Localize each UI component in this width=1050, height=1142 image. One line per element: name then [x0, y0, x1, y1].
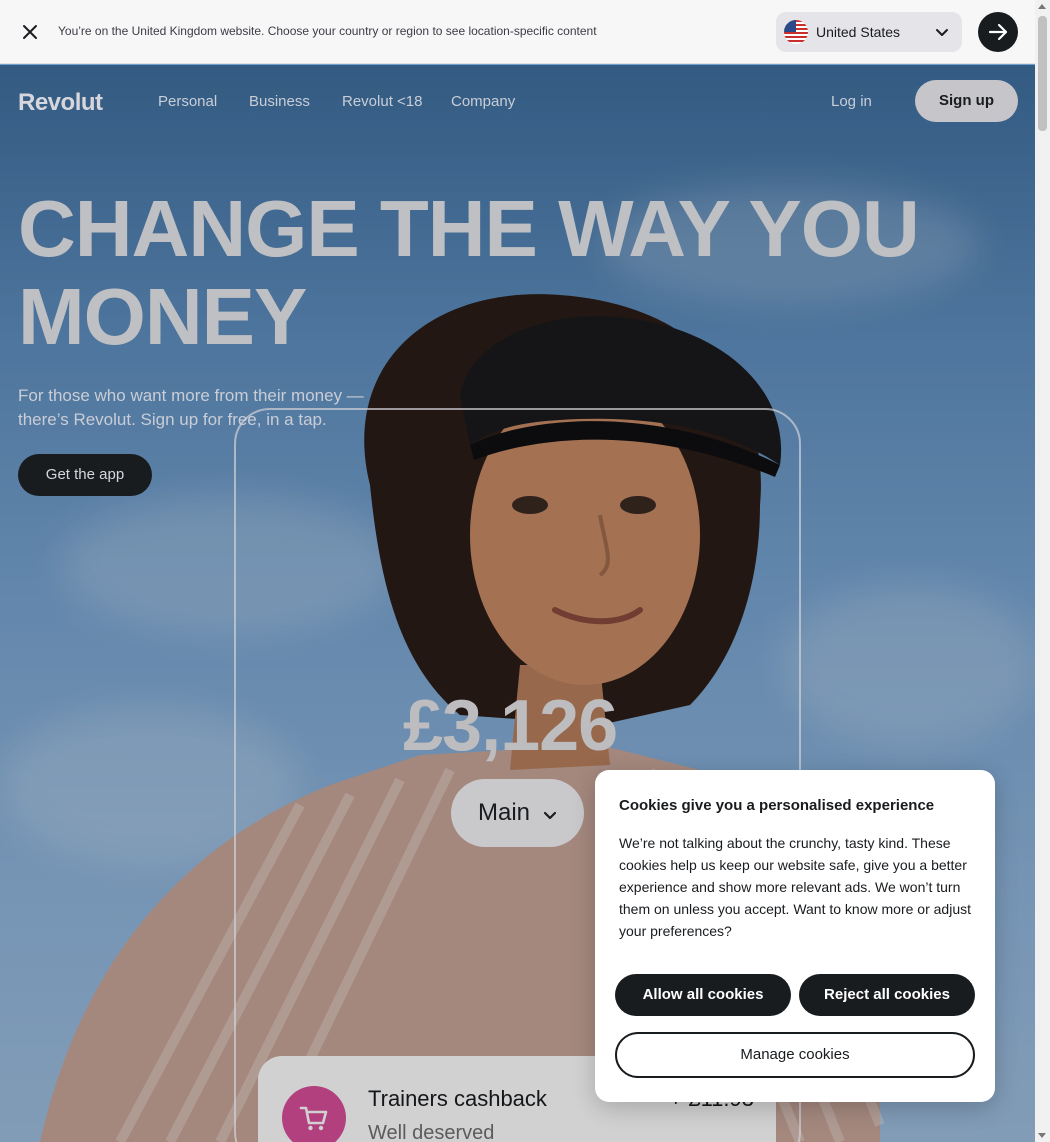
nav-link-personal[interactable]: Personal	[158, 93, 217, 110]
login-link[interactable]: Log in	[831, 93, 872, 110]
chevron-down-icon	[542, 807, 558, 823]
hero-headline-line-1: CHANGE THE WAY YOU	[18, 184, 920, 273]
cookie-body: We’re not talking about the crunchy, tas…	[619, 835, 971, 939]
us-flag-icon	[784, 20, 808, 44]
confirm-country-button[interactable]	[978, 12, 1018, 52]
cookie-consent-dialog: Cookies give you a personalised experien…	[595, 770, 995, 1102]
cookie-title: Cookies give you a personalised experien…	[619, 797, 935, 814]
nav-link-business[interactable]: Business	[249, 93, 310, 110]
page-scrollbar[interactable]	[1035, 0, 1050, 1142]
hero-headline-line-2: MONEY	[18, 272, 307, 361]
hero-headline: CHANGE THE WAY YOU MONEY	[18, 185, 1018, 361]
country-label: United States	[816, 24, 901, 40]
manage-cookies-button[interactable]: Manage cookies	[615, 1032, 975, 1078]
scroll-up-icon[interactable]	[1038, 4, 1046, 9]
scrollbar-thumb[interactable]	[1038, 16, 1047, 131]
close-icon[interactable]	[18, 20, 42, 44]
allow-all-cookies-button[interactable]: Allow all cookies	[615, 974, 791, 1016]
get-the-app-button[interactable]: Get the app	[18, 454, 152, 496]
nav-link-company[interactable]: Company	[451, 93, 515, 110]
chevron-down-icon	[934, 24, 950, 40]
scroll-down-icon[interactable]	[1038, 1133, 1046, 1138]
banner-message: You’re on the United Kingdom website. Ch…	[58, 24, 597, 38]
signup-button[interactable]: Sign up	[915, 80, 1018, 122]
account-balance: £3,126	[403, 686, 618, 766]
account-name: Main	[478, 799, 531, 826]
revolut-logo[interactable]: Revolut	[18, 89, 103, 117]
country-banner: You’re on the United Kingdom website. Ch…	[0, 0, 1035, 64]
country-selector[interactable]: United States	[776, 12, 962, 52]
account-selector[interactable]: Main	[451, 779, 584, 847]
nav-link-revolut-under-18[interactable]: Revolut <18	[342, 93, 422, 110]
reject-all-cookies-button[interactable]: Reject all cookies	[799, 974, 975, 1016]
